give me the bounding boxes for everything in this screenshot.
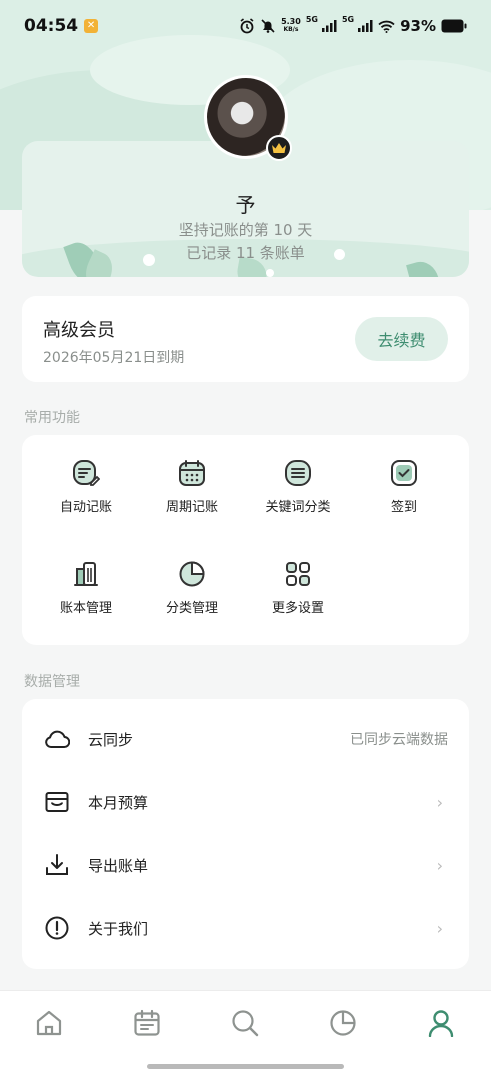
checkin-icon [389, 459, 419, 487]
function-category-management[interactable]: 分类管理 [138, 536, 246, 616]
function-recurring-bookkeeping[interactable]: 周期记账 [138, 435, 246, 515]
calendar-icon [177, 459, 207, 487]
profile-card: 予 坚持记账的第 10 天 已记录 11 条账单 [22, 141, 469, 277]
info-icon [43, 914, 71, 942]
status-time: 04:54 [24, 16, 79, 36]
signal-icon [358, 20, 373, 32]
user-icon [428, 1010, 454, 1037]
renew-button[interactable]: 去续费 [355, 317, 448, 361]
pie-chart-icon [330, 1010, 356, 1036]
home-icon [36, 1010, 62, 1036]
function-more-settings[interactable]: 更多设置 [244, 536, 352, 616]
search-icon [232, 1010, 259, 1037]
nav-calendar[interactable] [129, 1005, 165, 1041]
network-speed: 5.30 KB/s [281, 17, 301, 34]
calendar-icon [134, 1009, 160, 1036]
chevron-right-icon: › [436, 918, 443, 938]
function-ledger-management[interactable]: 账本管理 [32, 536, 140, 616]
home-indicator[interactable] [147, 1064, 344, 1069]
wallet-icon [43, 788, 71, 816]
wifi-icon [378, 20, 395, 33]
avatar[interactable] [204, 75, 292, 161]
nav-statistics[interactable] [325, 1005, 361, 1041]
pie-icon [177, 560, 207, 588]
functions-grid: 自动记账 周期记账 关键词分类 签到 账本管理 分类管理 更多设置 [22, 435, 469, 645]
alarm-icon [239, 18, 255, 34]
cloud-sync-status: 已同步云端数据 [350, 732, 448, 748]
nav-search[interactable] [227, 1005, 263, 1041]
download-icon [43, 851, 71, 879]
mute-icon [260, 18, 276, 34]
data-section-title: 数据管理 [24, 674, 80, 690]
function-checkin[interactable]: 签到 [350, 435, 458, 515]
function-keyword-classify[interactable]: 关键词分类 [244, 435, 352, 515]
streak-text: 坚持记账的第 10 天 [178, 221, 313, 239]
records-count-text: 已记录 11 条账单 [186, 244, 305, 262]
data-management-list: 云同步 已同步云端数据 本月预算 › 导出账单 › 关于我们 › [22, 699, 469, 969]
crown-icon [266, 135, 292, 161]
cloud-sync-row[interactable]: 云同步 已同步云端数据 [22, 709, 469, 769]
membership-title: 高级会员 [43, 320, 115, 341]
membership-expiry: 2026年05月21日到期 [43, 350, 185, 366]
list-icon [283, 459, 313, 487]
signal-icon [321, 20, 337, 32]
about-us-row[interactable]: 关于我们 › [22, 898, 469, 958]
ledger-icon [71, 560, 101, 588]
app-notification-icon: ✕ [84, 19, 99, 33]
function-auto-bookkeeping[interactable]: 自动记账 [32, 435, 140, 515]
nav-home[interactable] [31, 1005, 67, 1041]
cloud-icon [43, 725, 71, 753]
status-bar: 04:54 ✕ 5.30 KB/s 5G 5G 93% [0, 0, 491, 52]
chevron-right-icon: › [436, 855, 443, 875]
battery-icon [441, 19, 467, 33]
functions-section-title: 常用功能 [24, 410, 80, 426]
battery-percent: 93% [400, 17, 436, 35]
username: 予 [235, 193, 256, 217]
monthly-budget-row[interactable]: 本月预算 › [22, 772, 469, 832]
auto-bookkeeping-icon [71, 459, 101, 487]
nav-profile[interactable] [423, 1005, 459, 1041]
membership-card: 高级会员 2026年05月21日到期 去续费 [22, 296, 469, 382]
export-bills-row[interactable]: 导出账单 › [22, 835, 469, 895]
grid-icon [283, 560, 313, 588]
chevron-right-icon: › [436, 792, 443, 812]
